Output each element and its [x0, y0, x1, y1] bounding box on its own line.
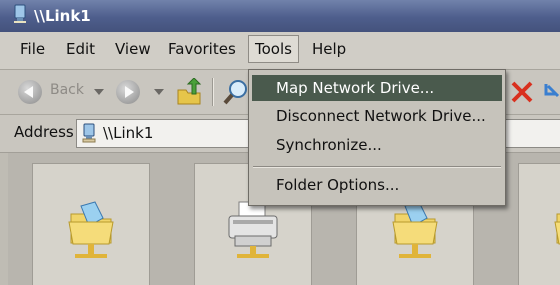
share-item[interactable]: [518, 163, 560, 285]
share-item[interactable]: [32, 163, 150, 285]
network-printer-icon: [228, 201, 278, 258]
tools-menu-dropdown: Map Network Drive... Disconnect Network …: [248, 69, 506, 206]
back-button-label[interactable]: Back: [50, 82, 84, 98]
disconnect-network-drive-item[interactable]: Disconnect Network Drive...: [252, 103, 502, 129]
menu-file[interactable]: File: [14, 36, 51, 62]
delete-icon[interactable]: [510, 80, 534, 108]
folder-options-item[interactable]: Folder Options...: [252, 172, 502, 198]
address-value: \\Link1: [103, 124, 154, 142]
menu-bar: File Edit View Favorites Tools Help: [0, 32, 560, 70]
menu-help[interactable]: Help: [306, 36, 352, 62]
back-dropdown-arrow-icon[interactable]: [94, 89, 104, 95]
network-folder-icon: [554, 213, 560, 245]
title-bar: \\Link1: [0, 0, 560, 32]
network-computer-icon: [82, 123, 96, 147]
undo-icon[interactable]: [542, 80, 560, 108]
menu-separator: [253, 166, 501, 168]
network-folder-icon: [68, 201, 114, 258]
synchronize-item[interactable]: Synchronize...: [252, 132, 502, 158]
folder-up-icon[interactable]: [176, 77, 202, 110]
network-folder-icon: [392, 201, 438, 258]
window-title: \\Link1: [34, 7, 91, 25]
menu-favorites[interactable]: Favorites: [162, 36, 242, 62]
menu-tools[interactable]: Tools: [248, 35, 299, 63]
toolbar-separator: [212, 78, 214, 106]
forward-arrow-icon[interactable]: [116, 80, 140, 104]
menu-edit[interactable]: Edit: [60, 36, 101, 62]
forward-dropdown-arrow-icon[interactable]: [154, 89, 164, 95]
address-label: Address: [14, 123, 74, 141]
network-computer-icon: [14, 4, 26, 28]
menu-view[interactable]: View: [109, 36, 157, 62]
search-icon[interactable]: [222, 78, 248, 110]
back-arrow-icon[interactable]: [18, 80, 42, 104]
map-network-drive-item[interactable]: Map Network Drive...: [252, 75, 502, 101]
